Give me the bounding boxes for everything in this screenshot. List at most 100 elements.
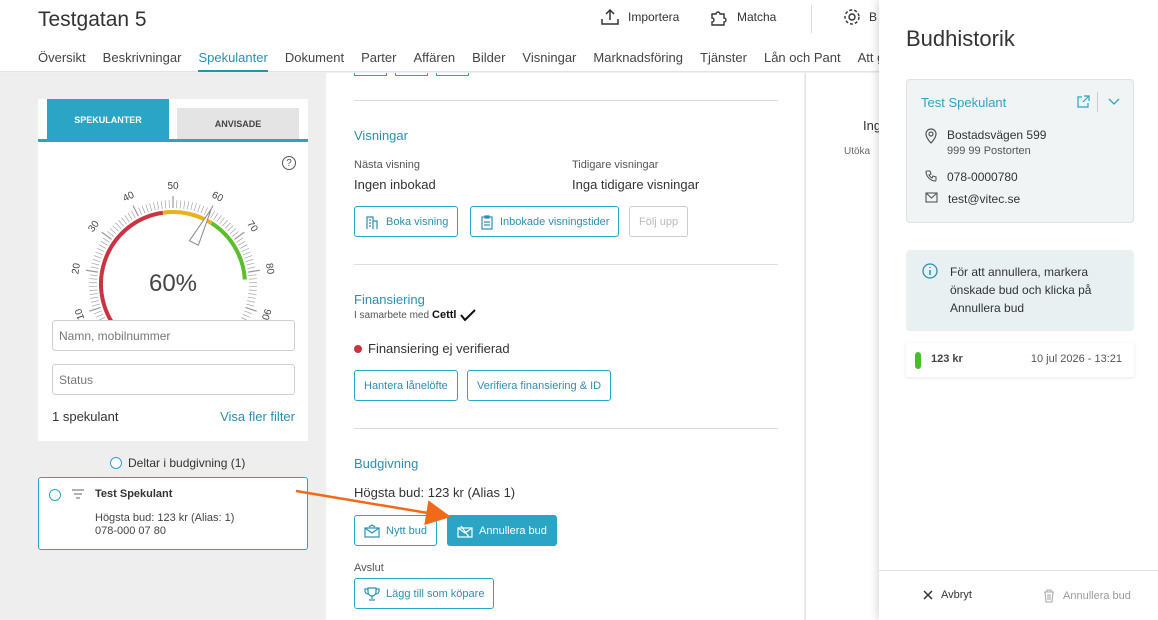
gauge-tick [138, 207, 142, 215]
cancel-bid-label: Annullera bud [479, 524, 547, 537]
contact-phone[interactable]: 078-0000780 [947, 170, 1018, 184]
gauge-tick [247, 269, 261, 273]
gauge-label: 80 [263, 262, 276, 275]
phone-icon [925, 170, 937, 182]
finance-status: Finansiering ej verifierad [354, 341, 510, 356]
gauge-tick [91, 262, 100, 266]
gauge-tick [90, 266, 99, 269]
cettl-check-icon [459, 309, 476, 321]
gauge-tick [236, 237, 244, 243]
trophy-icon [364, 586, 380, 601]
bid-history-row[interactable]: 123 kr 10 jul 2026 - 13:21 [906, 343, 1134, 377]
follow-up-button[interactable]: Följ upp [629, 206, 689, 237]
gauge-tick [118, 219, 124, 227]
gauge-tick [227, 225, 234, 232]
contact-email[interactable]: test@vitec.se [948, 192, 1020, 206]
book-viewing-button[interactable]: Boka visning [354, 206, 459, 237]
interest-gauge: 0102030405060708090100 60% [70, 181, 276, 339]
finansiering-title: Finansiering [354, 292, 425, 307]
gauge-tick [102, 237, 110, 243]
gauge-tick [156, 201, 160, 210]
gauge-arc-green [210, 221, 247, 280]
contact-phone-row: 078-0000780 [925, 170, 1018, 184]
gauge-tick [96, 247, 105, 252]
gauge-tick [213, 212, 219, 220]
bid-history-drawer: Budhistorik Test Spekulant Bostadsvägen … [879, 0, 1158, 620]
more-filters-link[interactable]: Visa fler filter [220, 409, 295, 424]
booked-times-label: Inbokade visningstider [500, 215, 610, 228]
puzzle-icon [711, 11, 727, 26]
trash-icon [1044, 589, 1054, 603]
contact-address: Bostadsvägen 599 999 99 Postorten [925, 128, 1046, 157]
contact-email-row: test@vitec.se [925, 192, 1020, 206]
handle-loan-button[interactable]: Hantera lånelöfte [354, 370, 458, 401]
gauge-tick [89, 293, 98, 295]
status-select[interactable]: Status [52, 364, 295, 395]
tab-bilder[interactable]: Bilder [472, 50, 505, 72]
bidding-group-label: Deltar i budgivning (1) [128, 456, 246, 470]
gauge-tick [131, 210, 136, 219]
tab-parter[interactable]: Parter [361, 50, 396, 72]
gauge-tick [100, 240, 108, 246]
clipboard-icon [481, 214, 493, 230]
import-label: Importera [628, 10, 680, 24]
booked-times-button[interactable]: Inbokade visningstider [470, 206, 620, 237]
drawer-title: Budhistorik [906, 26, 1015, 51]
filter-list-icon [72, 489, 84, 499]
cancel-button[interactable]: Avbryt [923, 589, 972, 601]
bidding-group-toggle[interactable]: Deltar i budgivning (1) [110, 456, 245, 470]
contact-name[interactable]: Test Spekulant [921, 95, 1006, 110]
close-icon [923, 590, 933, 600]
tab-anvisade[interactable]: ANVISADE [177, 108, 299, 140]
gauge-tick [242, 313, 251, 318]
gauge-tick [107, 231, 114, 237]
highest-bid: Högsta bud: 123 kr (Alias 1) [354, 485, 516, 500]
gauge-tick [132, 205, 140, 217]
tab-visningar[interactable]: Visningar [522, 50, 576, 72]
gauge-tick [248, 274, 257, 276]
gauge-tick [179, 200, 182, 209]
annul-bid-button[interactable]: Annullera bud [1043, 589, 1131, 603]
import-button[interactable]: Importera [600, 8, 679, 26]
gauge-tick [89, 289, 98, 291]
gauge-tick [109, 228, 117, 234]
gauge-tick [219, 217, 225, 225]
spekulant-radio[interactable] [49, 489, 61, 501]
tab-spekulanter[interactable]: SPEKULANTER [47, 99, 169, 140]
avslut-label: Avslut [354, 562, 384, 574]
spekulant-name: Test Spekulant [95, 488, 173, 500]
new-bid-button[interactable]: Nytt bud [354, 515, 437, 546]
match-button[interactable]: Matcha [709, 8, 776, 26]
cut-buttons-row [354, 73, 469, 76]
bid-amount: 123 kr [931, 353, 963, 365]
tab-marknadsföring[interactable]: Marknadsföring [593, 50, 683, 72]
envelope-cancel-icon [457, 525, 473, 538]
gauge-tick [149, 203, 153, 212]
tab-översikt[interactable]: Översikt [38, 50, 86, 72]
tab-dokument[interactable]: Dokument [285, 50, 344, 72]
external-link-icon[interactable] [1077, 95, 1090, 108]
tab-underline [38, 139, 308, 142]
gauge-tick [200, 205, 205, 214]
gauge-tick [247, 300, 256, 303]
group-radio[interactable] [110, 457, 122, 469]
name-search-input[interactable]: Namn, mobilnummer [52, 320, 295, 351]
tab-spekulanter[interactable]: Spekulanter [198, 50, 268, 72]
cancel-bid-button[interactable]: Annullera bud [447, 515, 557, 546]
divider [354, 100, 778, 101]
tab-beskrivningar[interactable]: Beskrivningar [103, 50, 182, 72]
gauge-tick [90, 296, 99, 299]
gauge-tick [246, 303, 255, 307]
book-viewing-label: Boka visning [386, 215, 449, 228]
add-buyer-label: Lägg till som köpare [386, 587, 485, 600]
add-buyer-button[interactable]: Lägg till som köpare [354, 578, 495, 609]
tab-lån-och-pant[interactable]: Lån och Pant [764, 50, 841, 72]
gauge-tick [91, 303, 100, 307]
chevron-down-icon[interactable] [1108, 98, 1120, 106]
tab-affären[interactable]: Affären [413, 50, 455, 72]
help-icon[interactable]: ? [282, 156, 296, 170]
settings-button[interactable]: B [843, 8, 877, 26]
verify-finance-button[interactable]: Verifiera finansiering & ID [467, 370, 612, 401]
spekulant-card[interactable]: Test Spekulant Högsta bud: 123 kr (Alias… [38, 477, 308, 550]
tab-tjänster[interactable]: Tjänster [700, 50, 747, 72]
